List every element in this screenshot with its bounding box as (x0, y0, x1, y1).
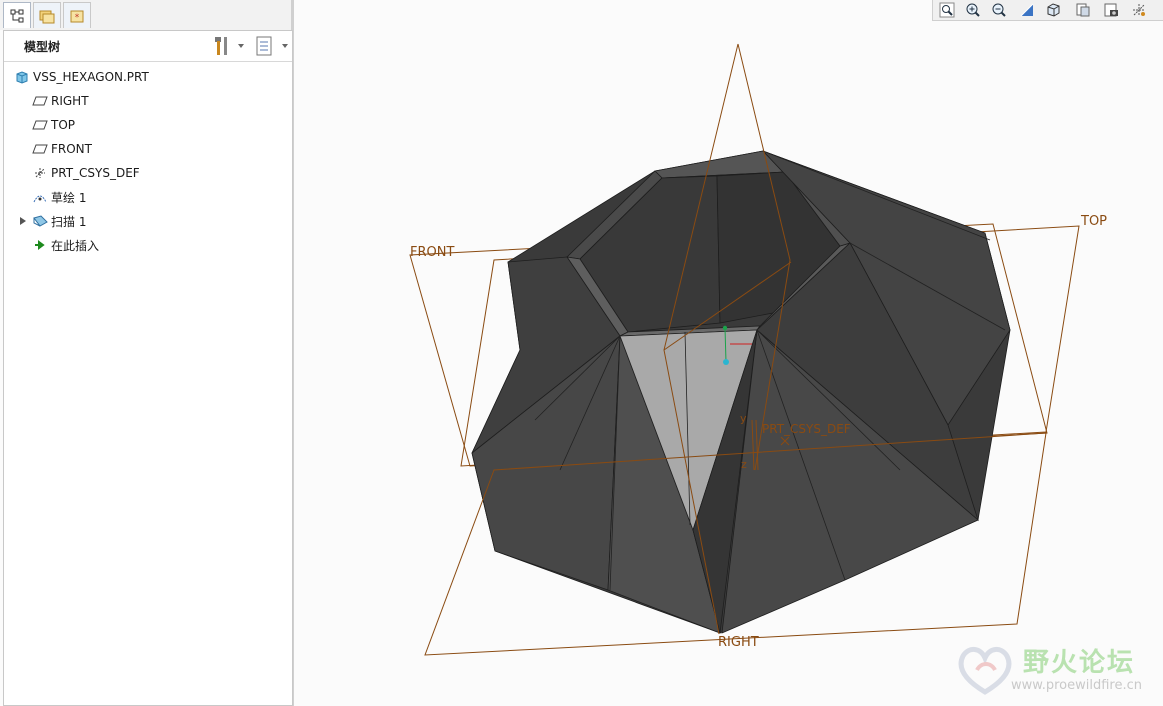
tree-item-label: TOP (51, 118, 76, 132)
repaint-icon (1020, 3, 1034, 17)
zoom-out-icon (992, 3, 1006, 17)
model-3d-view[interactable] (294, 20, 1163, 706)
csys-label[interactable]: PRT_CSYS_DEF (762, 422, 851, 436)
view-manager-button[interactable] (1099, 0, 1123, 20)
tools-icon (215, 37, 227, 55)
tree-item-label: 草绘 1 (51, 190, 87, 205)
graphics-viewport[interactable]: FRONT TOP RIGHT PRT_CSYS_DEF y z (294, 20, 1163, 706)
datum-plane-icon (32, 93, 48, 109)
display-style-icon (1047, 3, 1060, 17)
saved-views-button[interactable] (1071, 0, 1095, 20)
tree-item-sweep[interactable]: 扫描 1 (20, 211, 87, 231)
model-tree-icon (10, 9, 24, 22)
model-tree-tab[interactable] (3, 2, 31, 28)
folder-icon (39, 10, 55, 23)
watermark-name: 野火论坛 (1023, 648, 1136, 678)
refit-button[interactable] (935, 0, 959, 20)
refit-icon (939, 2, 955, 18)
datum-display-icon (1133, 4, 1145, 16)
tree-root-part[interactable]: VSS_HEXAGON.PRT (14, 67, 149, 87)
datum-plane-icon (32, 117, 48, 133)
tree-item-right[interactable]: RIGHT (32, 91, 89, 111)
favorites-icon: * (70, 10, 84, 23)
zoom-out-button[interactable] (987, 0, 1011, 20)
datum-label-right[interactable]: RIGHT (718, 635, 759, 650)
coordinate-system-icon (32, 165, 48, 181)
svg-text:*: * (75, 13, 80, 23)
tree-item-insert-here[interactable]: 在此插入 (32, 235, 99, 255)
model-tree-panel: 模型树 VSS_HEXAGON.PRT RIGHT TOP FRONT PRT_… (3, 30, 293, 706)
list-icon (256, 36, 272, 56)
panel-tab-strip: * (0, 0, 292, 30)
datum-plane-icon (32, 141, 48, 157)
model-tree-header: 模型树 (4, 31, 292, 62)
sketch-icon (32, 189, 48, 205)
part-icon (14, 69, 30, 85)
tree-item-label: 在此插入 (51, 238, 100, 253)
tree-item-label: FRONT (51, 142, 92, 156)
watermark-url: www.proewildfire.cn (1011, 678, 1142, 693)
datum-label-front[interactable]: FRONT (410, 245, 454, 260)
zoom-in-icon (966, 3, 980, 17)
tree-settings-button[interactable] (210, 35, 246, 57)
view-manager-icon (1104, 3, 1118, 17)
tree-item-sketch[interactable]: 草绘 1 (32, 187, 86, 207)
saved-views-icon (1076, 3, 1090, 17)
tree-item-label: 扫描 1 (51, 214, 87, 229)
sweep-icon (32, 213, 48, 229)
tree-root-label: VSS_HEXAGON.PRT (33, 70, 149, 84)
datum-label-top[interactable]: TOP (1081, 214, 1107, 229)
hexagon-sweep-model[interactable] (471, 150, 1011, 634)
chevron-down-icon (282, 44, 288, 48)
tree-item-label: RIGHT (51, 94, 89, 108)
model-tree-title: 模型树 (24, 40, 61, 54)
view-toolbar (932, 0, 1163, 21)
tree-item-label: PRT_CSYS_DEF (51, 166, 140, 180)
folder-browser-tab[interactable] (33, 2, 61, 28)
zoom-in-button[interactable] (961, 0, 985, 20)
tree-item-csys[interactable]: PRT_CSYS_DEF (32, 163, 140, 183)
datum-display-button[interactable] (1127, 0, 1151, 20)
display-style-button[interactable] (1041, 0, 1065, 20)
watermark-logo-icon (958, 647, 1012, 695)
favorites-tab[interactable]: * (63, 2, 91, 28)
tree-item-top[interactable]: TOP (32, 115, 75, 135)
tree-show-button[interactable] (254, 35, 290, 57)
expand-arrow-icon[interactable] (20, 217, 26, 225)
tree-item-front[interactable]: FRONT (32, 139, 92, 159)
repaint-button[interactable] (1015, 0, 1039, 20)
chevron-down-icon (238, 44, 244, 48)
watermark: 野火论坛 www.proewildfire.cn (955, 640, 1160, 700)
insert-here-icon (32, 237, 48, 253)
axis-label-z: z (741, 458, 747, 471)
axis-label-y: y (740, 412, 747, 425)
